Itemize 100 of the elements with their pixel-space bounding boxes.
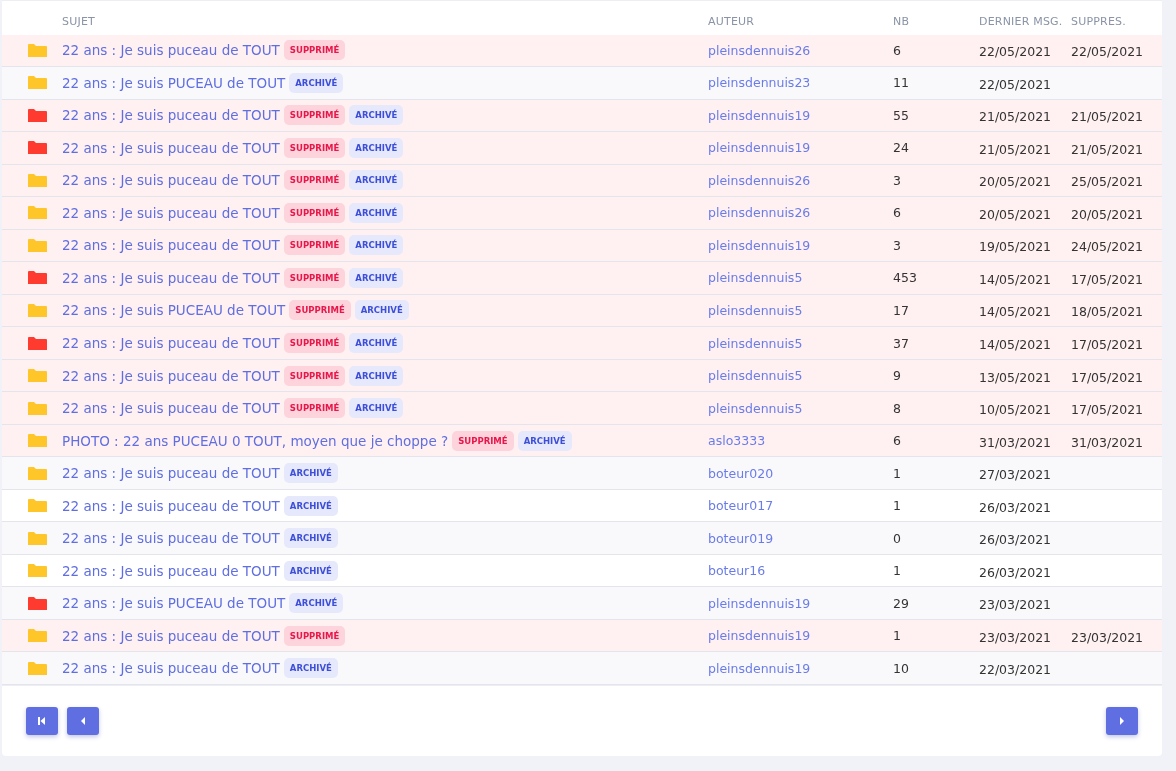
deletion-date: 17/05/2021 [1071, 336, 1145, 352]
author-link[interactable]: boteur019 [708, 530, 893, 546]
deleted-badge: SUPPRIMÉ [283, 137, 346, 158]
archived-badge: ARCHIVÉ [349, 202, 404, 223]
archived-badge: ARCHIVÉ [349, 333, 404, 353]
deletion-date: 17/05/2021 [1071, 401, 1145, 418]
topic-link[interactable]: 22 ans : Je suis puceau de TOUT [62, 367, 280, 384]
message-count: 24 [893, 140, 910, 156]
topic-link[interactable]: 22 ans : Je suis puceau de TOUT [62, 530, 280, 547]
column-header: SUJET [62, 15, 96, 29]
last-message-date: 23/03/2021 [979, 628, 1053, 645]
last-message-date: 22/03/2021 [979, 661, 1053, 678]
topic-link[interactable]: 22 ans : Je suis puceau de TOUT [62, 172, 280, 189]
author-link[interactable]: boteur16 [708, 563, 893, 579]
deletion-date: 22/05/2021 [1071, 43, 1145, 60]
author-link[interactable]: pleinsdennuis19 [708, 107, 893, 123]
last-message-date: 20/05/2021 [979, 173, 1053, 190]
deletion-date: 21/05/2021 [1071, 108, 1145, 125]
topic-link[interactable]: 22 ans : Je suis puceau de TOUT [62, 497, 280, 514]
first-page-button[interactable] [26, 706, 58, 735]
archived-badge: ARCHIVÉ [349, 170, 404, 191]
message-count: 11 [893, 75, 910, 91]
deleted-badge: SUPPRIMÉ [283, 202, 346, 223]
author-link[interactable]: boteur017 [708, 498, 893, 514]
previous-page-button[interactable] [67, 706, 99, 735]
message-count: 6 [893, 42, 902, 58]
topic-link[interactable]: 22 ans : Je suis puceau de TOUT [62, 107, 280, 124]
deletion-date: 21/05/2021 [1071, 140, 1145, 157]
author-link[interactable]: pleinsdennuis5 [708, 303, 893, 318]
deletion-date: 25/05/2021 [1071, 173, 1145, 190]
deletion-date: 17/05/2021 [1071, 270, 1145, 287]
column-header: AUTEUR [708, 15, 756, 29]
archived-badge: ARCHIVÉ [517, 430, 572, 451]
topic-link[interactable]: 22 ans : Je suis puceau de TOUT [62, 42, 280, 59]
deletion-date: 18/05/2021 [1071, 303, 1145, 320]
message-count: 17 [893, 303, 910, 318]
column-header: DERNIER MSG. [979, 15, 1064, 29]
author-link[interactable]: pleinsdennuis5 [708, 368, 893, 383]
deleted-badge: SUPPRIMÉ [283, 267, 346, 288]
last-message-date: 14/05/2021 [979, 270, 1053, 287]
archived-badge: ARCHIVÉ [349, 267, 404, 288]
archived-badge: ARCHIVÉ [289, 593, 344, 614]
message-count: 3 [893, 172, 902, 188]
message-count: 8 [893, 400, 902, 416]
deleted-badge: SUPPRIMÉ [283, 235, 346, 256]
topic-link[interactable]: 22 ans : Je suis puceau de TOUT [62, 400, 280, 417]
last-message-date: 23/03/2021 [979, 596, 1053, 613]
topic-link[interactable]: 22 ans : Je suis puceau de TOUT [62, 562, 280, 579]
deleted-badge: SUPPRIMÉ [452, 430, 514, 451]
last-message-date: 27/03/2021 [979, 466, 1053, 483]
topic-link[interactable]: 22 ans : Je suis puceau de TOUT [62, 204, 280, 221]
archived-badge: ARCHIVÉ [283, 560, 338, 581]
topic-link[interactable]: PHOTO : 22 ans PUCEAU 0 TOUT, moyen que je choppe ? [62, 432, 449, 449]
archived-badge: ARCHIVÉ [289, 72, 344, 93]
message-count: 55 [893, 107, 910, 123]
last-message-date: 26/03/2021 [979, 498, 1053, 515]
author-link[interactable]: aslo3333 [708, 433, 893, 449]
author-link[interactable]: pleinsdennuis23 [708, 75, 893, 91]
message-count: 6 [893, 433, 902, 449]
topic-link[interactable]: 22 ans : Je suis PUCEAU de TOUT [62, 74, 286, 91]
deleted-badge: SUPPRIMÉ [283, 105, 346, 126]
topic-link[interactable]: 22 ans : Je suis puceau de TOUT [62, 660, 280, 677]
archived-badge: ARCHIVÉ [349, 235, 404, 256]
topic-link[interactable]: 22 ans : Je suis puceau de TOUT [62, 237, 280, 254]
topic-link[interactable]: 22 ans : Je suis puceau de TOUT [62, 269, 280, 286]
last-message-date: 31/03/2021 [979, 433, 1053, 450]
topic-link[interactable]: 22 ans : Je suis puceau de TOUT [62, 465, 280, 482]
last-message-date: 22/05/2021 [979, 75, 1053, 92]
last-message-date: 21/05/2021 [979, 108, 1053, 125]
triangle-right-icon [1117, 715, 1127, 726]
last-message-date: 10/05/2021 [979, 401, 1053, 418]
author-link[interactable]: pleinsdennuis5 [708, 270, 893, 286]
last-message-date: 14/05/2021 [979, 303, 1053, 320]
author-link[interactable]: pleinsdennuis19 [708, 140, 893, 156]
author-link[interactable]: pleinsdennuis26 [708, 172, 893, 188]
topic-link[interactable]: 22 ans : Je suis puceau de TOUT [62, 139, 280, 156]
author-link[interactable]: pleinsdennuis5 [708, 335, 893, 351]
author-link[interactable]: pleinsdennuis19 [708, 660, 893, 676]
topic-link[interactable]: 22 ans : Je suis PUCEAU de TOUT [62, 595, 286, 612]
deleted-badge: SUPPRIMÉ [283, 333, 346, 353]
author-link[interactable]: pleinsdennuis5 [708, 400, 893, 416]
message-count: 10 [893, 660, 910, 676]
message-count: 453 [893, 270, 918, 286]
author-link[interactable]: pleinsdennuis26 [708, 42, 893, 58]
message-count: 3 [893, 237, 902, 253]
topic-link[interactable]: 22 ans : Je suis puceau de TOUT [62, 335, 280, 351]
author-link[interactable]: pleinsdennuis26 [708, 205, 893, 221]
message-count: 1 [893, 465, 902, 481]
last-message-date: 14/05/2021 [979, 336, 1053, 352]
topic-link[interactable]: 22 ans : Je suis PUCEAU de TOUT [62, 302, 286, 319]
author-link[interactable]: pleinsdennuis19 [708, 595, 893, 611]
message-count: 6 [893, 205, 902, 221]
message-count: 1 [893, 563, 902, 579]
author-link[interactable]: pleinsdennuis19 [708, 628, 893, 644]
topic-link[interactable]: 22 ans : Je suis puceau de TOUT [62, 627, 280, 644]
author-link[interactable]: boteur020 [708, 465, 893, 481]
archived-badge: ARCHIVÉ [283, 495, 338, 516]
author-link[interactable]: pleinsdennuis19 [708, 237, 893, 253]
next-page-button[interactable] [1106, 706, 1138, 735]
message-count: 0 [893, 530, 902, 546]
